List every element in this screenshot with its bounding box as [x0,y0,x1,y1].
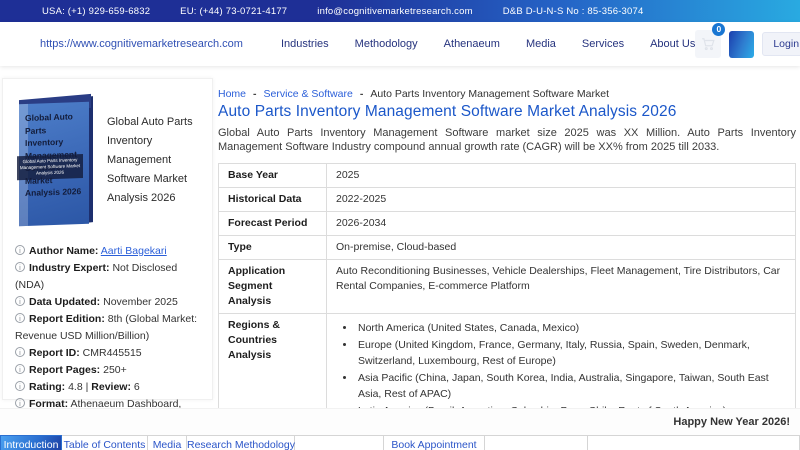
table-row: Historical Data 2022-2025 [218,187,796,212]
region-item: Europe (United Kingdom, France, Germany,… [356,337,786,370]
menu-item-industries[interactable]: Industries [281,38,329,50]
info-icon: i [15,347,25,357]
region-item: North America (United States, Canada, Me… [356,320,786,337]
row-label: Historical Data [218,187,327,212]
cover-band-text: Global Auto Parts Inventory Management S… [17,153,83,181]
eu-phone[interactable]: EU: (+44) 73-0721-4177 [180,6,287,17]
book-front-cover: Global Auto Parts Inventory Management S… [17,101,89,227]
top-contact-bar: USA: (+1) 929-659-6832 EU: (+44) 73-0721… [0,0,800,22]
row-value: 2026-2034 [326,211,796,236]
notice-banner: Happy New Year 2026! [0,408,800,435]
tab-table-of-contents[interactable]: Table of Contents [62,435,148,450]
search-button[interactable] [729,30,755,58]
usa-phone[interactable]: USA: (+1) 929-659-6832 [42,6,150,17]
tab-introduction[interactable]: Introduction [0,435,62,450]
cart-icon [702,38,715,51]
cart-count-badge: 0 [712,23,726,36]
detail-industry-expert: i Industry Expert: Not Disclosed (NDA) [15,262,178,291]
menu-item-methodology[interactable]: Methodology [355,38,418,50]
page-title: Auto Parts Inventory Management Software… [218,103,677,120]
report-description: Global Auto Parts Inventory Management S… [218,127,796,153]
info-icon: i [15,313,25,323]
menu-item-about-us[interactable]: About Us [650,38,695,50]
info-icon: i [15,245,25,255]
detail-rating: i Rating: 4.8 | Review: 6 [15,379,206,396]
row-value: 2022-2025 [326,187,796,212]
login-button[interactable]: Login [762,32,800,56]
info-icon: i [15,364,25,374]
table-row: Base Year 2025 [218,163,796,188]
row-value: Auto Reconditioning Businesses, Vehicle … [326,259,796,314]
menu-item-athenaeum[interactable]: Athenaeum [444,38,500,50]
row-value: On-premise, Cloud-based [326,235,796,260]
main-menu: Industries Methodology Athenaeum Media S… [281,38,695,50]
row-label: Forecast Period [218,211,327,236]
nav-right-cluster: 0 Login [695,23,800,58]
info-icon: i [15,296,25,306]
detail-author: i Author Name: Aarti Bagekari [15,243,206,260]
main-content: Home - Service & Software - Auto Parts I… [218,88,796,450]
report-sidebar-title: Global Auto Parts Inventory Management S… [107,116,193,204]
detail-data-updated: i Data Updated: November 2025 [15,294,206,311]
table-row: Forecast Period 2026-2034 [218,211,796,236]
region-item: Asia Pacific (China, Japan, South Korea,… [356,370,786,403]
duns-number: D&B D-U-N-S No : 85-356-3074 [502,5,644,17]
info-icon: i [15,262,25,272]
page: USA: (+1) 929-659-6832 EU: (+44) 73-0721… [0,0,800,450]
table-row: Type On-premise, Cloud-based [218,235,796,260]
tab-book-appointment[interactable]: Book Appointment [384,435,485,450]
tab-unlabeled[interactable] [485,435,588,450]
tab-unlabeled[interactable] [295,435,384,450]
site-logo[interactable]: https://www.cognitivemarketresearch.com [40,38,243,50]
detail-report-pages: i Report Pages: 250+ [15,362,206,379]
row-label: Application Segment Analysis [218,259,327,314]
report-cover-image: Global Auto Parts Inventory Management S… [17,93,97,229]
report-info-table: Base Year 2025 Historical Data 2022-2025… [218,163,796,450]
tab-research-methodology[interactable]: Research Methodology [187,435,295,450]
info-icon: i [15,398,25,408]
tab-unlabeled[interactable] [588,435,800,450]
table-row: Application Segment Analysis Auto Recond… [218,259,796,314]
breadcrumb-service-software[interactable]: Service & Software [264,88,353,100]
breadcrumb-current: Auto Parts Inventory Management Software… [370,88,610,100]
breadcrumb: Home - Service & Software - Auto Parts I… [218,88,796,100]
navbar: https://www.cognitivemarketresearch.com … [0,22,800,66]
detail-report-id: i Report ID: CMR445515 [15,345,206,362]
contact-email[interactable]: info@cognitivemarketresearch.com [317,6,472,17]
report-tab-bar: Introduction Table of Contents Media Res… [0,435,800,450]
menu-item-services[interactable]: Services [582,38,624,50]
row-label: Type [218,235,327,260]
breadcrumb-home[interactable]: Home [218,88,246,100]
tab-media[interactable]: Media [148,435,187,450]
breadcrumb-separator: - [359,88,364,100]
report-sidebar: Global Auto Parts Inventory Management S… [2,78,213,450]
row-value: 2025 [326,163,796,188]
menu-item-media[interactable]: Media [526,38,556,50]
author-link[interactable]: Aarti Bagekari [101,245,167,257]
breadcrumb-separator: - [253,88,257,100]
detail-report-edition: i Report Edition: 8th (Global Market: Rev… [15,313,198,342]
row-label: Base Year [218,163,327,188]
cart-button[interactable]: 0 [695,23,726,58]
info-icon: i [15,381,25,391]
